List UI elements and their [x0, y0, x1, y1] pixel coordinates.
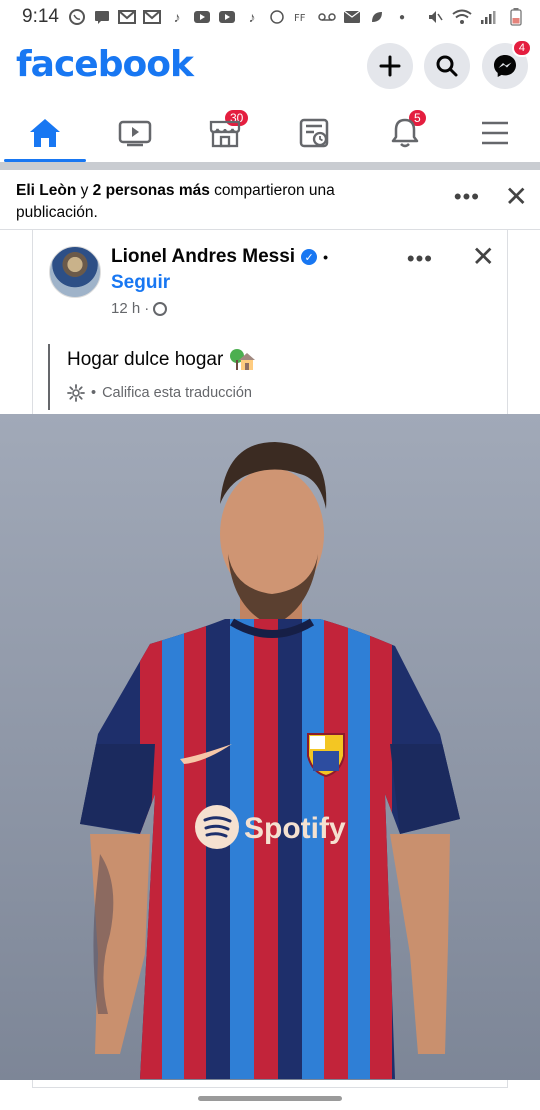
voicemail-icon	[317, 9, 337, 25]
search-button[interactable]	[424, 43, 470, 89]
create-button[interactable]	[367, 43, 413, 89]
translate-separator: •	[91, 385, 97, 401]
share-connector: y	[80, 182, 89, 199]
leaf-icon	[367, 9, 387, 25]
home-icon	[30, 119, 60, 147]
post-bottom-frame	[32, 1080, 508, 1088]
separator-dot: •	[323, 249, 328, 265]
post-photo[interactable]: Spotify	[0, 414, 540, 1080]
shirt-sponsor-text: Spotify	[244, 812, 346, 845]
wifi-icon	[452, 9, 472, 25]
tab-marketplace[interactable]: 5	[180, 104, 428, 162]
verified-badge-icon: ✓	[301, 249, 318, 265]
system-status-icons	[425, 8, 526, 26]
follow-button[interactable]: Seguir	[111, 272, 170, 294]
marketplace-icon	[209, 120, 241, 148]
author-avatar[interactable]	[49, 246, 101, 298]
battery-icon	[506, 8, 526, 26]
feed-divider	[0, 162, 540, 170]
public-globe-icon	[153, 301, 168, 316]
message-icon	[92, 9, 112, 25]
translation-quote-bar	[48, 344, 50, 410]
translation-rating-row[interactable]: • Califica esta traducción	[67, 384, 252, 402]
hamburger-menu-icon	[482, 121, 508, 145]
messenger-icon	[494, 55, 516, 77]
svg-text:FF: FF	[294, 13, 306, 22]
gmail-icon	[117, 9, 137, 25]
messenger-badge: 4	[511, 39, 532, 57]
more-notifications-icon: ●	[398, 11, 405, 23]
messenger-button[interactable]: 4	[482, 39, 532, 89]
meta-separator: ·	[144, 300, 150, 317]
share-others[interactable]: 2 personas más	[93, 182, 210, 199]
tiktok-icon: ♪	[248, 9, 256, 25]
share-description: Eli Leòn y 2 personas más compartieron u…	[16, 180, 406, 224]
whatsapp-icon	[67, 9, 87, 25]
tab-news[interactable]	[270, 104, 360, 162]
share-actor[interactable]: Eli Leòn	[16, 182, 76, 199]
mute-icon	[425, 9, 445, 25]
tab-menu[interactable]	[450, 104, 540, 162]
author-name-row: Lionel Andres Messi ✓ •	[111, 246, 328, 268]
notification-icons: ♪ ♪ FF ●	[67, 9, 412, 25]
post-time[interactable]: 12 h	[111, 300, 140, 317]
rate-translation-link[interactable]: Califica esta traducción	[102, 385, 252, 401]
post-hide-icon[interactable]: ✕	[472, 240, 495, 273]
share-header: Eli Leòn y 2 personas más compartieron u…	[0, 170, 540, 232]
facebook-logo[interactable]: facebook	[16, 44, 194, 85]
tab-notifications[interactable]	[360, 104, 450, 162]
share-close-icon[interactable]: ✕	[505, 180, 528, 213]
post-more-options-icon[interactable]: •••	[407, 246, 433, 272]
post-meta: 12 h ·	[111, 300, 168, 317]
player-portrait-illustration: Spotify	[0, 414, 540, 1080]
search-icon	[436, 55, 458, 77]
gmail-icon	[142, 9, 162, 25]
youtube-icon	[192, 9, 212, 25]
status-bar: 9:14 ♪ ♪ FF ●	[0, 0, 540, 34]
app-header: facebook 4	[0, 38, 540, 98]
post-text-row: Hogar dulce hogar	[67, 348, 256, 372]
mail-icon	[342, 9, 362, 25]
youtube-icon	[217, 9, 237, 25]
author-name[interactable]: Lionel Andres Messi	[111, 246, 295, 268]
data-saver-icon	[267, 9, 287, 25]
tiktok-icon: ♪	[173, 9, 181, 25]
house-with-garden-emoji-icon	[230, 349, 256, 370]
post-text: Hogar dulce hogar	[67, 349, 224, 370]
video-icon	[118, 120, 152, 147]
tab-watch[interactable]: 30	[90, 104, 251, 162]
share-more-options-icon[interactable]: •••	[454, 184, 480, 210]
tab-home[interactable]	[0, 104, 90, 162]
plus-icon	[379, 55, 401, 77]
signal-icon	[479, 9, 499, 25]
gesture-home-bar[interactable]	[198, 1096, 342, 1101]
status-time: 9:14	[22, 6, 59, 27]
gear-icon	[67, 384, 85, 402]
app-icon: FF	[292, 9, 312, 25]
news-feed-icon	[299, 118, 329, 148]
tab-bar: 30 5	[0, 104, 540, 162]
shared-post: Lionel Andres Messi ✓ • Seguir 12 h · ••…	[32, 230, 508, 414]
bell-icon	[391, 118, 419, 148]
